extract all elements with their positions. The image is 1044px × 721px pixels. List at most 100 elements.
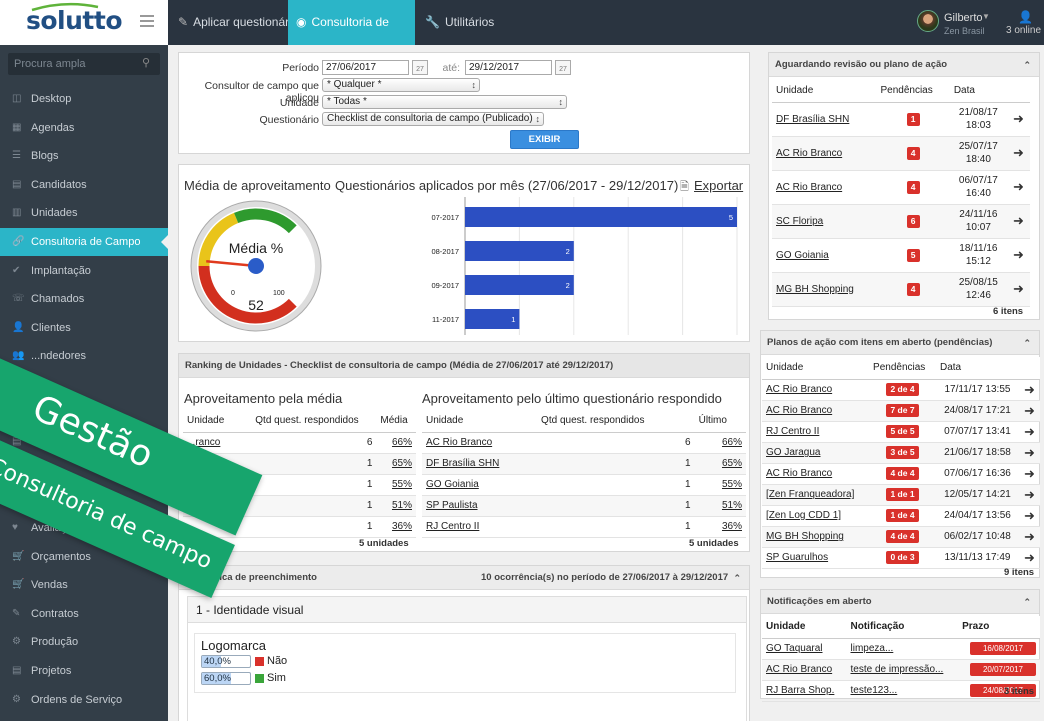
unit-link[interactable]: RJ Centro II: [426, 521, 479, 532]
arrow-right-icon[interactable]: ➜: [1013, 213, 1024, 228]
date-cell: 24/04/17 13:56: [935, 505, 1019, 527]
arrow-right-icon[interactable]: ➜: [1024, 424, 1035, 439]
calendar-icon[interactable]: 27: [412, 60, 428, 75]
arrow-right-icon[interactable]: ➜: [1024, 445, 1035, 460]
value-link[interactable]: 51%: [722, 500, 742, 511]
unit-cell: GO Goiania: [772, 238, 877, 273]
export-link[interactable]: Exportar: [694, 178, 743, 193]
arrow-right-icon[interactable]: ➜: [1024, 508, 1035, 523]
notif-link[interactable]: teste123...: [851, 685, 898, 696]
arrow-right-icon[interactable]: ➜: [1013, 111, 1024, 126]
unit-link[interactable]: SP Paulista: [426, 500, 478, 511]
date-text: 25/07/17: [958, 141, 998, 152]
consultor-select[interactable]: * Qualquer *: [322, 78, 480, 92]
calendar-icon[interactable]: 27: [555, 60, 571, 75]
unit-link[interactable]: AC Rio Branco: [426, 437, 492, 448]
sidebar-item-icon: ✎: [12, 607, 21, 619]
unit-link[interactable]: DF Brasília SHN: [776, 114, 849, 125]
unit-link[interactable]: SP Guarulhos: [766, 552, 828, 563]
sidebar-item[interactable]: ◫ Desktop: [0, 85, 168, 113]
unit-link[interactable]: DF Brasília SHN: [426, 458, 499, 469]
unit-link[interactable]: AC Rio Branco: [766, 384, 832, 395]
avatar[interactable]: [917, 10, 939, 32]
collapse-icon[interactable]: ⌃: [1023, 590, 1031, 614]
value-link[interactable]: 36%: [722, 521, 742, 532]
unit-link[interactable]: AC Rio Branco: [776, 148, 842, 159]
sidebar-item[interactable]: ☏ Chamados: [0, 285, 168, 313]
sidebar-item[interactable]: ✎ Contratos: [0, 600, 168, 628]
sidebar-item[interactable]: ▤ Candidatos: [0, 171, 168, 199]
arrow-right-icon[interactable]: ➜: [1013, 247, 1024, 262]
arrow-right-icon[interactable]: ➜: [1024, 487, 1035, 502]
unit-link[interactable]: RJ Centro II: [766, 426, 819, 437]
exibir-button[interactable]: EXIBIR: [510, 130, 579, 149]
unidade-select[interactable]: * Todas *: [322, 95, 567, 109]
unit-link[interactable]: RJ Barra Shop.: [766, 685, 834, 696]
value-link[interactable]: 55%: [392, 479, 412, 490]
unit-link[interactable]: GO Goiania: [776, 250, 829, 261]
sidebar-item[interactable]: ▦ Agendas: [0, 114, 168, 142]
qtd-cell: 6: [251, 432, 377, 454]
value-link[interactable]: 65%: [392, 458, 412, 469]
value-link[interactable]: 36%: [392, 521, 412, 532]
questionario-select[interactable]: Checklist de consultoria de campo (Publi…: [322, 112, 544, 126]
search-icon[interactable]: ⚲: [142, 56, 150, 69]
sidebar-item[interactable]: ✔ Implantação: [0, 257, 168, 285]
online-count[interactable]: 3 online: [1006, 25, 1041, 36]
arrow-right-icon[interactable]: ➜: [1024, 382, 1035, 397]
sidebar-item[interactable]: ⚙ Ordens de Serviço: [0, 686, 168, 714]
arrow-right-icon[interactable]: ➜: [1024, 529, 1035, 544]
unit-link[interactable]: AC Rio Branco: [776, 182, 842, 193]
collapse-icon[interactable]: ⌃: [1023, 53, 1031, 77]
sidebar-item[interactable]: ▤ Projetos: [0, 657, 168, 685]
arrow-right-icon[interactable]: ➜: [1024, 403, 1035, 418]
notif-link[interactable]: teste de impressão...: [851, 664, 944, 675]
value-link[interactable]: 51%: [392, 500, 412, 511]
topnav-utilitarios[interactable]: 🔧 Utilitários: [417, 0, 502, 45]
unit-link[interactable]: GO Goiania: [426, 479, 479, 490]
unit-link[interactable]: MG BH Shopping: [766, 531, 844, 542]
sidebar-item[interactable]: ▥ Unidades: [0, 199, 168, 227]
unit-link[interactable]: AC Rio Branco: [766, 468, 832, 479]
topnav-aplicar-questionario[interactable]: ✎ Aplicar questionário: [170, 0, 306, 45]
periodo-from-input[interactable]: [322, 60, 409, 75]
arrow-right-icon[interactable]: ➜: [1024, 550, 1035, 565]
unit-link[interactable]: GO Taquaral: [766, 643, 823, 654]
unit-link[interactable]: AC Rio Branco: [766, 405, 832, 416]
brand-logo[interactable]: solutto: [26, 6, 123, 35]
arrow-right-icon[interactable]: ➜: [1013, 281, 1024, 296]
collapse-icon[interactable]: ⌃: [733, 566, 741, 590]
sidebar-item[interactable]: ⚙ Produção: [0, 628, 168, 656]
column-header: Unidade: [183, 410, 252, 433]
unit-link[interactable]: AC Rio Branco: [766, 664, 832, 675]
value-link[interactable]: 66%: [722, 437, 742, 448]
arrow-right-icon[interactable]: ➜: [1013, 179, 1024, 194]
search-input[interactable]: [14, 56, 134, 72]
sidebar-item[interactable]: ☰ Blogs: [0, 142, 168, 170]
arrow-right-icon[interactable]: ➜: [1013, 145, 1024, 160]
topnav-consultoria-de-campo[interactable]: ◉Consultoria de campo: [288, 0, 415, 74]
user-name[interactable]: Gilberto: [944, 12, 983, 24]
chevron-down-icon[interactable]: ▼: [982, 12, 990, 21]
periodo-to-input[interactable]: [465, 60, 552, 75]
sidebar-item[interactable]: 🛒 Vendas: [0, 571, 168, 599]
arrow-right-icon[interactable]: ➜: [1024, 466, 1035, 481]
unit-link[interactable]: [Zen Log CDD 1]: [766, 510, 841, 521]
time-text: 15:12: [965, 256, 991, 267]
sidebar-item[interactable]: 👤 Clientes: [0, 314, 168, 342]
unit-link[interactable]: SC Floripa: [776, 216, 823, 227]
notif-link[interactable]: limpeza...: [851, 643, 894, 654]
value-link[interactable]: 65%: [722, 458, 742, 469]
users-icon[interactable]: 👤: [1018, 10, 1033, 24]
unit-link[interactable]: MG BH Shopping: [776, 284, 854, 295]
value-link[interactable]: 66%: [392, 437, 412, 448]
value-link[interactable]: 55%: [722, 479, 742, 490]
unit-link[interactable]: [Zen Franqueadora]: [766, 489, 854, 500]
export-file-icon[interactable]: 🗎: [680, 178, 689, 197]
sidebar-item[interactable]: 👥 ...ndedores: [0, 342, 168, 370]
collapse-icon[interactable]: ⌃: [1023, 331, 1031, 355]
sidebar-item[interactable]: 🔗 Consultoria de Campo: [0, 228, 168, 256]
answer-bar: 40,0%: [201, 655, 251, 668]
unit-link[interactable]: GO Jaragua: [766, 447, 820, 458]
menu-toggle-icon[interactable]: [140, 15, 154, 27]
